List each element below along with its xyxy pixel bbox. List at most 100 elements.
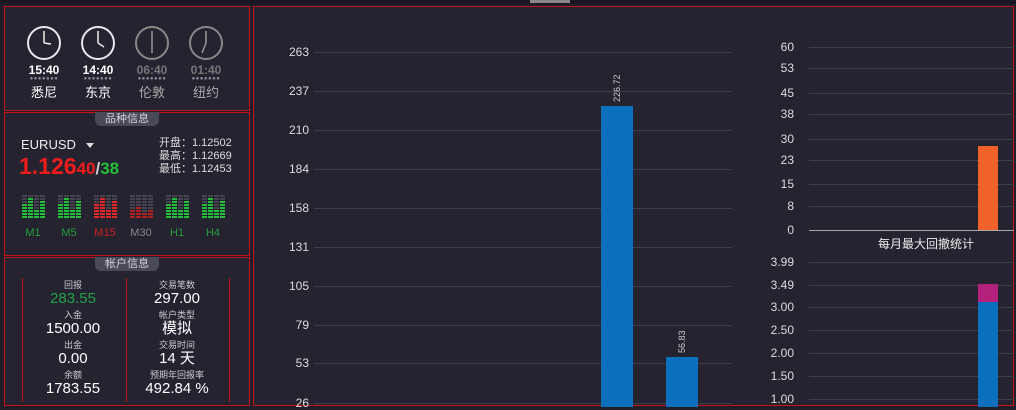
annual-return-field: 预期年回报率 492.84 %: [127, 370, 227, 398]
symbol-selector[interactable]: EURUSD: [21, 137, 94, 152]
grid-line: [314, 247, 732, 249]
timeframe-label: M30: [130, 227, 152, 239]
chevron-down-icon[interactable]: [85, 143, 94, 149]
clock-icon: [27, 26, 61, 60]
top-tab-handle[interactable]: [530, 0, 570, 3]
y-tick-label: 2.50: [770, 323, 794, 338]
clock-city: 东京: [84, 85, 111, 100]
timeframe-label: H4: [205, 227, 221, 239]
timeframe-meter-m30[interactable]: M30: [127, 188, 155, 239]
y-tick-label: 60: [780, 40, 794, 54]
price-ask-tail: 38: [100, 159, 120, 178]
panel-title: 品种信息: [95, 112, 159, 126]
price-main: 1.126: [19, 153, 77, 179]
y-tick-label: 184: [288, 162, 309, 176]
clock-time: 06:40: [136, 63, 168, 77]
clock-london: 06:40 ●●●●●●● 伦敦: [127, 25, 177, 101]
y-tick-label: 210: [288, 123, 309, 138]
grid-line: [314, 207, 732, 209]
grid-line: [809, 92, 1014, 94]
grid-line: [314, 169, 732, 170]
profit-field: 回报 283.55: [23, 280, 123, 308]
clock-sydney: 15:40 ●●●●●●● 悉尼: [19, 25, 69, 101]
ohl-info: 开盘：1.12502 最高：1.12669 最低：1.12453: [159, 137, 232, 176]
y-tick-label: 263: [288, 45, 309, 59]
grid-line: [314, 52, 732, 53]
profit-value: 283.55: [50, 290, 96, 307]
y-tick-label: 26: [295, 396, 309, 410]
clock-time: 15:40: [28, 63, 60, 77]
balance-value: 1783.55: [45, 380, 101, 397]
timeframe-meter-h1[interactable]: H1: [163, 188, 191, 239]
timeframe-label: H1: [169, 227, 185, 239]
bar-value-label: 226.72: [612, 74, 622, 102]
charts-panel: 每月最大回撤统计 263 237 210 184 158 131 105 79 53 26 226.…: [253, 6, 1014, 410]
timeframe-meter-m15[interactable]: M15: [91, 188, 119, 239]
clock-icon: [81, 26, 115, 60]
y-tick-label: 45: [780, 85, 794, 100]
trading-days-field: 交易时间 14 天: [127, 340, 227, 368]
clock-city: 纽约: [192, 85, 219, 100]
stacked-bar-bottom: [978, 301, 998, 407]
clock-time: 01:40: [190, 63, 222, 77]
y-tick-label: 30: [780, 131, 794, 146]
timeframe-meter-m1[interactable]: M1: [19, 188, 47, 239]
data-bar: [601, 105, 633, 407]
grid-line: [809, 114, 1014, 116]
y-tick-label: 158: [288, 200, 309, 215]
y-tick-label: 237: [288, 83, 309, 98]
y-tick-label: 3.00: [770, 300, 794, 315]
timeframe-label: M1: [25, 227, 41, 239]
withdraw-field: 出金 0.00: [23, 340, 123, 368]
trading-days-value: 14 天: [159, 350, 195, 367]
y-tick-label: 0: [787, 223, 794, 237]
balance-field: 余额 1783.55: [23, 370, 123, 398]
x-axis-line: [809, 230, 1014, 231]
deposit-field: 入金 1500.00: [23, 310, 123, 338]
symbol-name: EURUSD: [21, 137, 76, 152]
y-tick-label: 38: [780, 107, 794, 122]
trading-days-label: 交易时间: [158, 340, 195, 350]
withdraw-value: 0.00: [58, 350, 88, 367]
timeframe-meter-m5[interactable]: M5: [55, 188, 83, 239]
timeframe-meter-h4[interactable]: H4: [199, 188, 227, 239]
deposit-label: 入金: [63, 310, 82, 320]
stacked-bar-top: [978, 283, 998, 302]
drawdown-chart-title: 每月最大回撤统计: [878, 237, 975, 251]
clock-icon: [189, 26, 223, 60]
signal-meter: [55, 188, 83, 218]
deposit-value: 1500.00: [45, 320, 101, 337]
grid-line: [809, 68, 1014, 70]
grid-line: [809, 138, 1014, 140]
signal-meter: [19, 188, 47, 218]
top-bar: [0, 0, 1016, 4]
grid-line: [314, 324, 732, 326]
timeframe-label: M5: [61, 227, 77, 239]
account-type-label: 帐户类型: [158, 310, 195, 320]
clock-tokyo: 14:40 ●●●●●●● 东京: [73, 25, 123, 101]
y-tick-label: 15: [780, 177, 794, 192]
panel-title: 帐户信息: [95, 257, 159, 271]
symbol-info-panel: 品种信息 EURUSD 1.12640/38 开盘：1.12502 最高：1.1…: [4, 112, 250, 256]
divider: [229, 278, 230, 402]
grid-line: [314, 286, 732, 287]
grid-line: [809, 262, 1014, 263]
account-type-value: 模拟: [161, 320, 192, 337]
y-tick-label: 79: [295, 317, 309, 332]
y-tick-label: 3.99: [770, 255, 794, 269]
y-tick-label: 53: [295, 356, 309, 370]
clock-city: 悉尼: [30, 85, 57, 100]
y-tick-label: 3.49: [770, 277, 794, 292]
y-tick-label: 53: [780, 61, 794, 76]
annual-return-label: 预期年回报率: [149, 370, 204, 380]
trades-label: 交易笔数: [158, 280, 195, 290]
balance-label: 余额: [63, 370, 82, 380]
y-tick-label: 105: [288, 279, 309, 293]
y-tick-label: 131: [288, 240, 309, 255]
high-price: 最高：1.12669: [159, 150, 232, 162]
clock-time: 14:40: [82, 63, 114, 77]
annual-return-value: 492.84 %: [145, 380, 209, 397]
low-price: 最低：1.12453: [159, 163, 232, 175]
open-price: 开盘：1.12502: [159, 137, 232, 149]
y-tick-label: 1.00: [770, 392, 794, 406]
